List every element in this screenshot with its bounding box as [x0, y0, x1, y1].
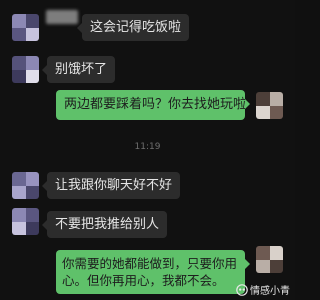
- incoming-message-bubble[interactable]: 别饿坏了: [41, 56, 116, 83]
- incoming-message-bubble[interactable]: 让我跟你聊天好不好: [41, 172, 181, 199]
- chat-window: 这会记得吃饭啦 别饿坏了 两边都要踩着吗？你去找她玩啦 11:19 让我跟你聊天…: [0, 0, 295, 300]
- message-text: 你需要的她都能做到，只要你用心。但你再用心，我都不会。: [62, 256, 238, 288]
- contact-avatar[interactable]: [12, 208, 39, 235]
- watermark-text: 情感小青: [250, 286, 290, 297]
- contact-avatar[interactable]: [12, 172, 39, 199]
- message-text: 别饿坏了: [55, 62, 108, 77]
- outgoing-message-bubble[interactable]: 你需要的她都能做到，只要你用心。但你再用心，我都不会。: [56, 250, 250, 294]
- contact-avatar[interactable]: [12, 14, 39, 41]
- message-text: 两边都要踩着吗？你去找她玩啦: [64, 97, 247, 112]
- outgoing-message-bubble[interactable]: 两边都要踩着吗？你去找她玩啦: [56, 90, 250, 120]
- message-timestamp: 11:19: [134, 142, 161, 152]
- message-text: 不要把我推给别人: [55, 217, 160, 232]
- watermark: 情感小青: [236, 282, 290, 297]
- incoming-message-bubble[interactable]: 不要把我推给别人: [41, 211, 168, 238]
- message-text: 这会记得吃饭啦: [90, 20, 182, 35]
- incoming-message-bubble[interactable]: 这会记得吃饭啦: [76, 14, 190, 41]
- redacted-name: [46, 10, 78, 24]
- my-avatar[interactable]: [256, 246, 283, 273]
- message-text: 让我跟你聊天好不好: [55, 178, 173, 193]
- contact-avatar[interactable]: [12, 56, 39, 83]
- my-avatar[interactable]: [256, 92, 283, 119]
- account-logo-icon: [236, 283, 248, 296]
